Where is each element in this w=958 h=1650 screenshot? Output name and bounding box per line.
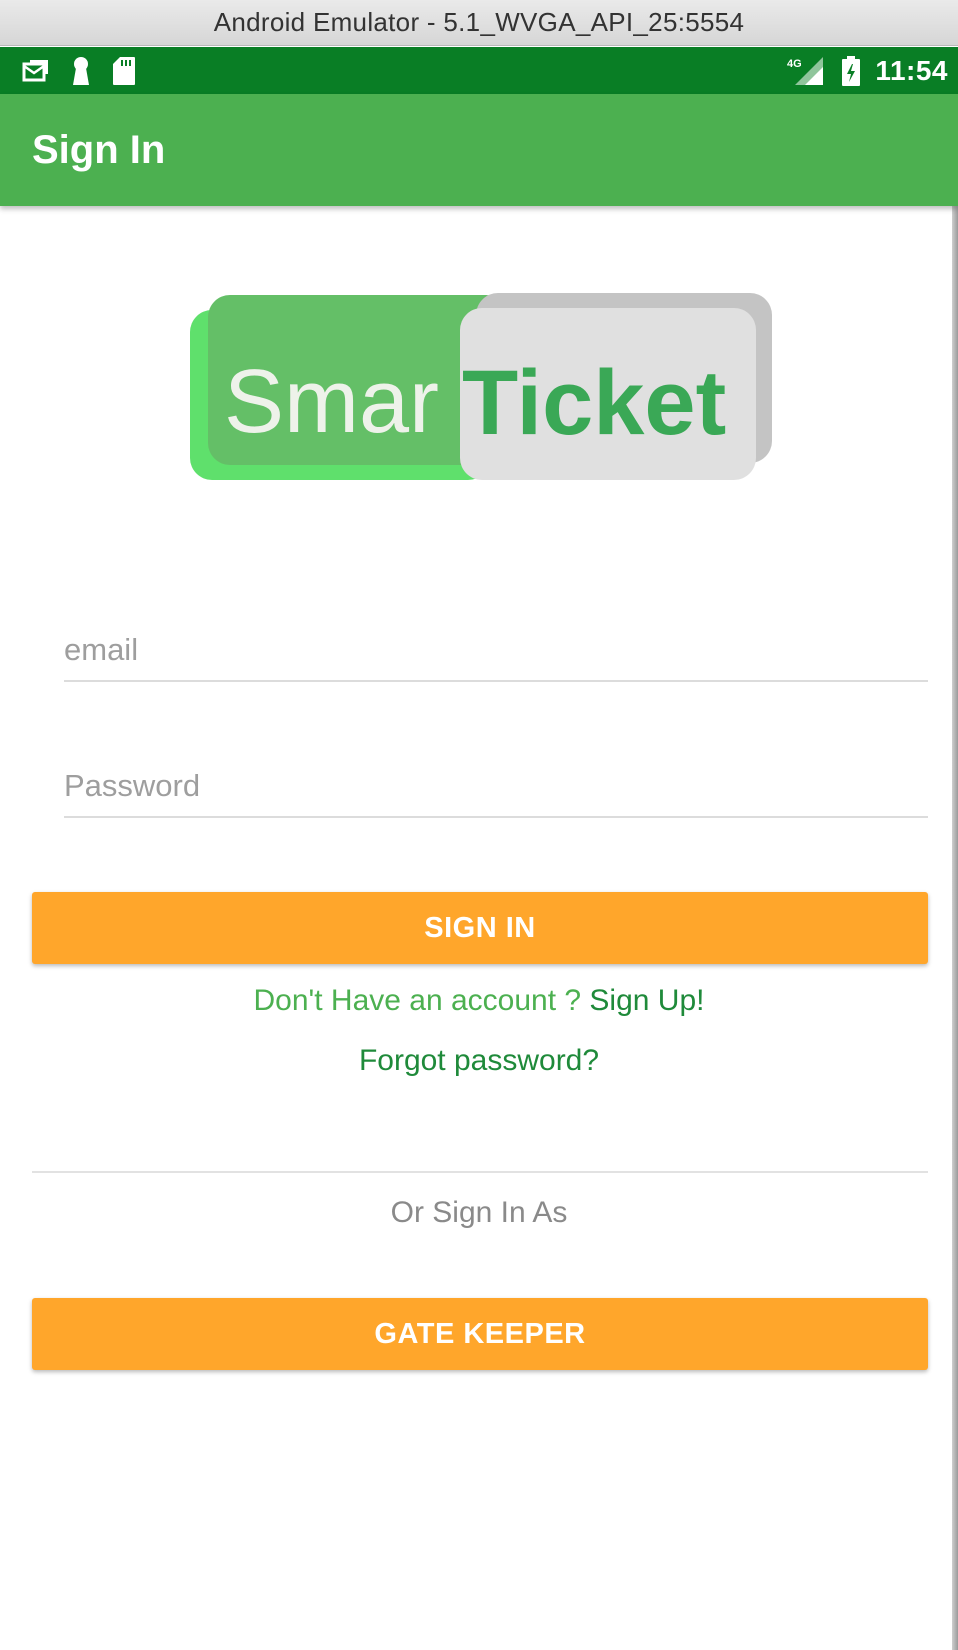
- screen-edge: [952, 206, 958, 1650]
- sign-up-link[interactable]: Sign Up!: [589, 984, 704, 1017]
- divider: [32, 1171, 928, 1173]
- window-title: Android Emulator - 5.1_WVGA_API_25:5554: [213, 7, 745, 37]
- page-title: Sign In: [32, 127, 166, 172]
- window-titlebar: Android Emulator - 5.1_WVGA_API_25:5554: [0, 0, 958, 46]
- logo-text-smar: Smar: [224, 352, 439, 452]
- forgot-password-link[interactable]: Forgot password?: [0, 1044, 958, 1078]
- logo-text-ticket: Ticket: [462, 352, 726, 454]
- email-notification-icon: [22, 58, 50, 84]
- app-bar: Sign In: [0, 94, 958, 206]
- emulator-window: Android Emulator - 5.1_WVGA_API_25:5554: [0, 0, 958, 1650]
- signup-prompt: Don't Have an account ?: [253, 984, 590, 1017]
- or-sign-in-as-label: Or Sign In As: [390, 1196, 568, 1229]
- network-type-label: 4G: [787, 58, 802, 70]
- smartticket-logo: Smar Ticket: [190, 290, 780, 490]
- gate-keeper-button[interactable]: GATE KEEPER: [32, 1298, 928, 1370]
- battery-icon: [841, 55, 861, 87]
- sign-in-button[interactable]: SIGN IN: [32, 892, 928, 964]
- sd-card-icon: [112, 56, 136, 86]
- signal-icon: 4G: [787, 55, 827, 87]
- keyhole-icon: [70, 56, 92, 86]
- email-field[interactable]: [64, 620, 928, 682]
- status-time: 11:54: [875, 54, 948, 86]
- signup-row: Don't Have an account ? Sign Up!: [0, 984, 958, 1018]
- status-bar: 4G 11:54: [0, 47, 958, 94]
- password-field[interactable]: [64, 756, 928, 818]
